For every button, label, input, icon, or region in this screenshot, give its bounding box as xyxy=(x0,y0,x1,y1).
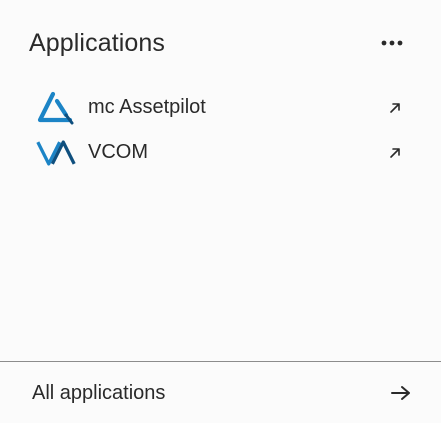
app-name: mc Assetpilot xyxy=(88,96,206,118)
app-item-mc-assetpilot[interactable]: mc Assetpilot xyxy=(36,86,405,129)
external-link-icon[interactable] xyxy=(385,98,405,118)
panel-title: Applications xyxy=(29,28,166,57)
panel-header: Applications xyxy=(29,26,405,60)
arrow-right-icon xyxy=(389,381,413,405)
external-link-icon[interactable] xyxy=(385,143,405,163)
vcom-logo xyxy=(36,135,76,171)
app-item-vcom[interactable]: VCOM xyxy=(36,131,405,174)
more-horizontal-icon xyxy=(381,40,403,46)
more-options-button[interactable] xyxy=(379,32,405,54)
applications-panel: Applications mc Assetpilot VCOM All appl… xyxy=(0,0,441,423)
app-name: VCOM xyxy=(88,141,148,163)
divider xyxy=(0,361,441,362)
assetpilot-logo xyxy=(36,90,76,126)
all-applications-link[interactable]: All applications xyxy=(32,376,413,410)
all-applications-label: All applications xyxy=(32,381,166,404)
app-list: mc Assetpilot VCOM xyxy=(36,86,405,174)
